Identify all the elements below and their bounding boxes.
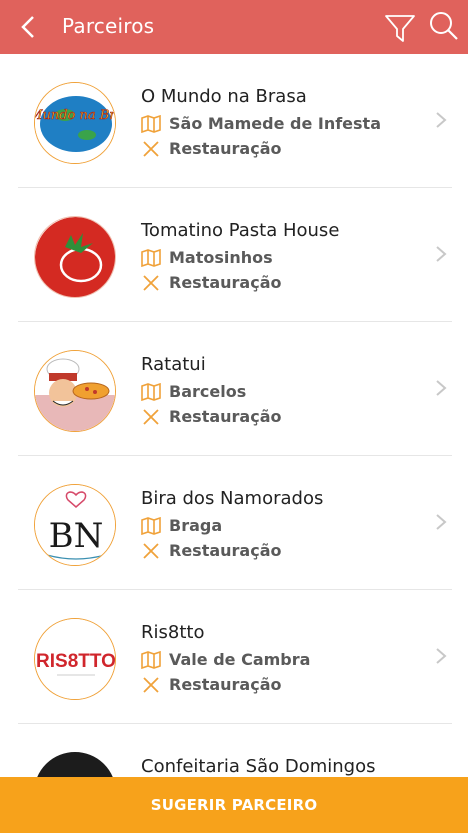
chevron-right-icon xyxy=(436,112,447,128)
partner-name: O Mundo na Brasa xyxy=(141,86,307,107)
partner-location: Vale de Cambra xyxy=(141,650,310,669)
partner-category-label: Restauração xyxy=(169,541,282,560)
partner-logo xyxy=(34,752,116,777)
partner-category: Restauração xyxy=(141,407,282,426)
app-header: Parceiros xyxy=(0,0,468,54)
map-icon xyxy=(141,248,161,267)
suggest-partner-button[interactable]: SUGERIR PARCEIRO xyxy=(0,777,468,833)
partner-category-label: Restauração xyxy=(169,273,282,292)
cutlery-icon xyxy=(143,274,159,291)
partner-logo: RIS8TTO xyxy=(34,618,116,700)
page-title: Parceiros xyxy=(62,14,155,38)
partner-logo: O Mundo na Brasa xyxy=(34,82,116,164)
partner-list-item[interactable]: Ratatui Barcelos Restauração xyxy=(18,322,452,456)
search-button[interactable] xyxy=(428,10,460,42)
partner-list-item[interactable]: Tomatino Pasta House Matosinhos Restaura… xyxy=(18,188,452,322)
partner-list-item[interactable]: BN Bira dos Namorados Braga Restauração xyxy=(18,456,452,590)
search-icon xyxy=(430,12,458,40)
map-icon xyxy=(141,650,161,669)
partner-category-label: Restauração xyxy=(169,675,282,694)
partner-logo-text: RIS8TTO xyxy=(36,651,116,672)
chevron-right-icon xyxy=(436,380,447,396)
cutlery-icon xyxy=(143,408,159,425)
partner-category: Restauração xyxy=(141,273,282,292)
partner-location-label: Barcelos xyxy=(169,382,247,401)
back-button[interactable] xyxy=(14,12,42,42)
partner-logo-text: BN xyxy=(49,516,104,556)
partner-location-label: Matosinhos xyxy=(169,248,273,267)
chevron-right-icon xyxy=(436,514,447,530)
partner-location: Braga xyxy=(141,516,222,535)
chevron-right-icon xyxy=(436,648,447,664)
partner-list-item[interactable]: O Mundo na Brasa O Mundo na Brasa São Ma… xyxy=(18,54,452,188)
chevron-right-icon xyxy=(436,246,447,262)
partner-name: Bira dos Namorados xyxy=(141,488,324,509)
back-arrow-icon xyxy=(21,16,34,38)
partner-category: Restauração xyxy=(141,541,282,560)
partner-location-label: São Mamede de Infesta xyxy=(169,114,381,133)
partner-logo xyxy=(34,350,116,432)
partner-list-item[interactable]: RIS8TTO Ris8tto Vale de Cambra Restauraç… xyxy=(18,590,452,724)
map-icon xyxy=(141,382,161,401)
partner-category: Restauração xyxy=(141,675,282,694)
partner-name: Ris8tto xyxy=(141,622,205,643)
partner-location: Matosinhos xyxy=(141,248,273,267)
partner-logo xyxy=(34,216,116,298)
partner-name: Confeitaria São Domingos xyxy=(141,756,376,777)
partner-name: Ratatui xyxy=(141,354,206,375)
cutlery-icon xyxy=(143,676,159,693)
partner-location-label: Braga xyxy=(169,516,223,535)
map-icon xyxy=(141,516,161,535)
partner-location-label: Vale de Cambra xyxy=(169,650,311,669)
partner-name: Tomatino Pasta House xyxy=(141,220,340,241)
partner-list-item[interactable]: Confeitaria São Domingos xyxy=(18,724,452,777)
partner-category-label: Restauração xyxy=(169,407,282,426)
filter-icon xyxy=(385,15,415,42)
cutlery-icon xyxy=(143,542,159,559)
partner-logo-text: O Mundo na Brasa xyxy=(35,108,116,123)
partner-location: São Mamede de Infesta xyxy=(141,114,381,133)
partner-category-label: Restauração xyxy=(169,139,282,158)
partner-list: O Mundo na Brasa O Mundo na Brasa São Ma… xyxy=(0,54,468,777)
filter-button[interactable] xyxy=(384,12,416,44)
partner-logo: BN xyxy=(34,484,116,566)
partner-location: Barcelos xyxy=(141,382,246,401)
cutlery-icon xyxy=(143,140,159,157)
map-icon xyxy=(141,114,161,133)
partner-category: Restauração xyxy=(141,139,282,158)
